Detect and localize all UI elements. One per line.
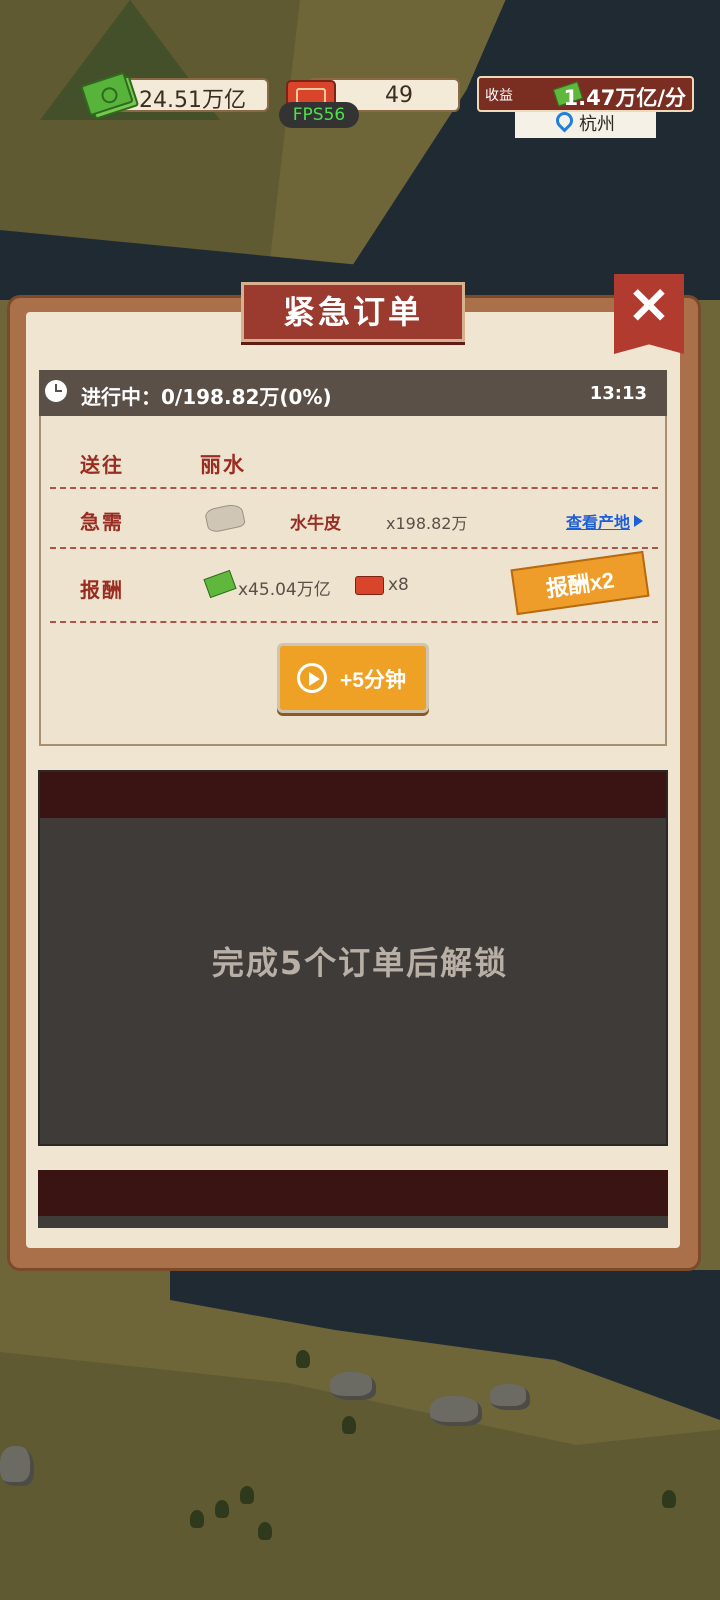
income-value: 1.47万亿/分: [563, 86, 686, 110]
view-origin-link[interactable]: 查看产地: [566, 509, 644, 533]
close-icon: ✕: [628, 278, 670, 334]
city-selector[interactable]: 杭州: [515, 108, 656, 138]
material-name: 水牛皮: [290, 514, 341, 534]
locked-slot-header: [40, 772, 666, 818]
income-panel[interactable]: 收益 1.47万亿/分: [477, 76, 694, 112]
cash-value: 24.51万亿: [139, 88, 246, 113]
add-time-ad-button[interactable]: +5分钟: [277, 643, 429, 713]
close-button[interactable]: ✕: [614, 274, 684, 354]
play-icon: [297, 663, 327, 693]
arrow-right-icon: [634, 515, 644, 527]
income-label: 收益: [485, 88, 513, 104]
clock-icon: [45, 380, 67, 402]
fps-counter: FPS56: [279, 102, 359, 128]
city-name: 杭州: [579, 114, 615, 135]
order-timer: 13:13: [589, 383, 647, 404]
reward-tickets: x8: [388, 575, 409, 595]
destination-city: 丽水: [200, 453, 246, 477]
order-progress: 进行中：0/198.82万(0%): [81, 385, 332, 409]
dialog-title: 紧急订单: [241, 282, 465, 342]
divider: [50, 547, 658, 549]
deliver-label: 送往: [80, 453, 124, 477]
locked-slot-header: [38, 1170, 668, 1216]
add-time-label: +5分钟: [340, 669, 406, 692]
material-quantity: x198.82万: [386, 514, 468, 533]
reward-label: 报酬: [80, 578, 124, 602]
location-pin-icon: [552, 108, 577, 133]
ticket-icon: [355, 576, 384, 595]
need-label: 急需: [80, 510, 124, 534]
ticket-value: 49: [385, 82, 413, 108]
divider: [50, 621, 658, 623]
reward-cash: x45.04万亿: [238, 580, 331, 600]
divider: [50, 487, 658, 489]
unlock-hint: 完成5个订单后解锁: [211, 944, 509, 982]
view-origin-label: 查看产地: [566, 513, 631, 532]
order-header: 进行中：0/198.82万(0%) 13:13: [39, 370, 667, 416]
locked-order-slot: [38, 1170, 668, 1228]
